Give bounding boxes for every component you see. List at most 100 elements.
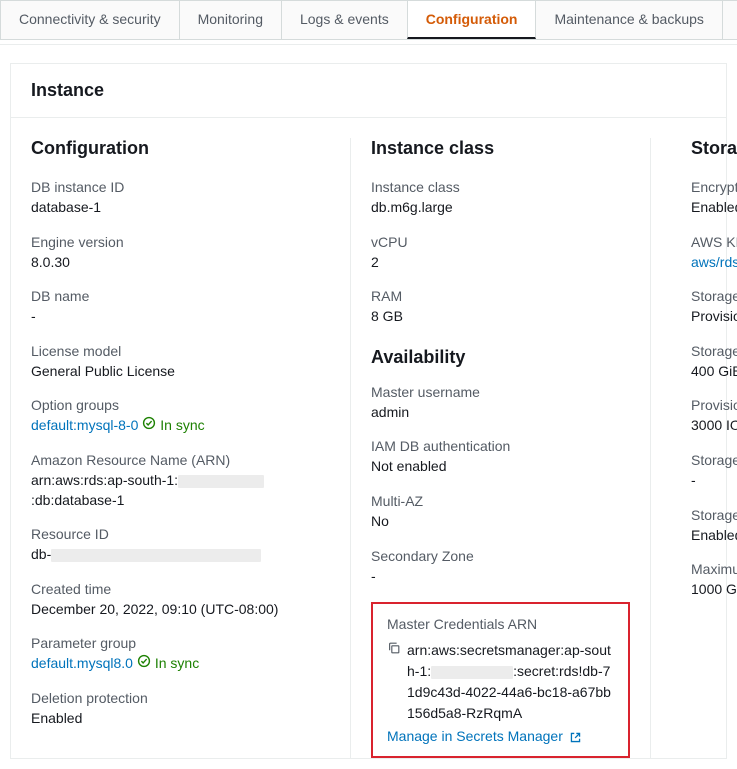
value-db-instance-id: database-1 — [31, 198, 330, 218]
tab-connectivity-security[interactable]: Connectivity & security — [0, 0, 180, 39]
status-text-option-group: In sync — [160, 416, 204, 436]
field-instance-class: Instance class db.m6g.large — [371, 179, 630, 218]
master-credentials-callout: Master Credentials ARN arn:aws:secretsma… — [371, 602, 630, 758]
field-engine-version: Engine version 8.0.30 — [31, 234, 330, 273]
arn-row: arn:aws:secretsmanager:ap-south-1::secre… — [387, 640, 614, 724]
copy-icon[interactable] — [387, 641, 401, 658]
value-provisioned-iops: 3000 IOPS — [691, 416, 737, 436]
value-db-name: - — [31, 307, 330, 327]
field-arn: Amazon Resource Name (ARN) arn:aws:rds:a… — [31, 452, 330, 510]
field-storage-throughput: Storage thr - — [691, 452, 737, 491]
resource-id-prefix: db- — [31, 546, 51, 562]
field-resource-id: Resource ID db- — [31, 526, 330, 565]
resource-id-redacted — [51, 549, 261, 562]
panel-title: Instance — [31, 80, 706, 101]
field-secondary-zone: Secondary Zone - — [371, 548, 630, 587]
value-deletion-protection: Enabled — [31, 709, 330, 729]
value-storage-throughput: - — [691, 471, 737, 491]
status-text-parameter-group: In sync — [155, 654, 199, 674]
tab-monitoring[interactable]: Monitoring — [179, 0, 282, 39]
label-db-instance-id: DB instance ID — [31, 179, 330, 195]
tab-underline — [0, 44, 737, 45]
arn-suffix: :db:database-1 — [31, 492, 124, 508]
label-license-model: License model — [31, 343, 330, 359]
arn-redacted-account — [178, 475, 264, 488]
col-storage: Storage Encryption Enabled AWS KMS k aws… — [651, 138, 737, 758]
link-manage-secrets-text: Manage in Secrets Manager — [387, 728, 563, 744]
field-parameter-group: Parameter group default.mysql8.0 In sync — [31, 635, 330, 674]
field-kms-key: AWS KMS k aws/rds — [691, 234, 737, 273]
heading-availability: Availability — [371, 347, 630, 368]
check-circle-icon — [142, 416, 156, 436]
link-manage-secrets[interactable]: Manage in Secrets Manager — [387, 728, 582, 744]
value-multi-az: No — [371, 512, 630, 532]
field-storage-autoscaling: Storage aut Enabled — [691, 507, 737, 546]
link-kms-text: aws/rds — [691, 254, 737, 270]
tab-tags-truncated[interactable]: Ta — [722, 0, 737, 39]
label-created-time: Created time — [31, 581, 330, 597]
label-master-username: Master username — [371, 384, 630, 400]
col-instance-class: Instance class Instance class db.m6g.lar… — [351, 138, 651, 758]
panel-header: Instance — [11, 64, 726, 118]
label-provisioned-iops: Provisioned — [691, 397, 737, 413]
value-vcpu: 2 — [371, 253, 630, 273]
field-encryption: Encryption Enabled — [691, 179, 737, 218]
heading-instance-class: Instance class — [371, 138, 630, 159]
field-provisioned-iops: Provisioned 3000 IOPS — [691, 397, 737, 436]
external-link-icon — [569, 731, 582, 744]
link-parameter-group[interactable]: default.mysql8.0 — [31, 655, 133, 671]
field-storage-type: Storage typ Provisioned — [691, 288, 737, 327]
label-ram: RAM — [371, 288, 630, 304]
value-secondary-zone: - — [371, 567, 630, 587]
label-storage-type: Storage typ — [691, 288, 737, 304]
value-license-model: General Public License — [31, 362, 330, 382]
link-kms-key[interactable]: aws/rds — [691, 254, 737, 270]
field-option-groups: Option groups default:mysql-8-0 In sync — [31, 397, 330, 436]
value-master-creds-arn: arn:aws:secretsmanager:ap-south-1::secre… — [407, 640, 614, 724]
link-option-group[interactable]: default:mysql-8-0 — [31, 417, 138, 433]
field-deletion-protection: Deletion protection Enabled — [31, 690, 330, 729]
label-multi-az: Multi-AZ — [371, 493, 630, 509]
field-ram: RAM 8 GB — [371, 288, 630, 327]
label-arn: Amazon Resource Name (ARN) — [31, 452, 330, 468]
field-storage: Storage 400 GiB — [691, 343, 737, 382]
field-created-time: Created time December 20, 2022, 09:10 (U… — [31, 581, 330, 620]
creds-arn-redacted — [431, 666, 513, 679]
label-deletion-protection: Deletion protection — [31, 690, 330, 706]
label-instance-class: Instance class — [371, 179, 630, 195]
instance-panel: Instance Configuration DB instance ID da… — [10, 63, 727, 759]
value-storage-type: Provisioned — [691, 307, 737, 327]
status-option-group: In sync — [142, 416, 204, 436]
label-storage-autoscaling: Storage aut — [691, 507, 737, 523]
value-arn: arn:aws:rds:ap-south-1::db:database-1 — [31, 471, 330, 510]
value-created-time: December 20, 2022, 09:10 (UTC-08:00) — [31, 600, 330, 620]
tab-maintenance-backups[interactable]: Maintenance & backups — [535, 0, 722, 39]
label-secondary-zone: Secondary Zone — [371, 548, 630, 564]
label-max-storage: Maximum s — [691, 561, 737, 577]
label-encryption: Encryption — [691, 179, 737, 195]
tab-logs-events[interactable]: Logs & events — [281, 0, 408, 39]
label-resource-id: Resource ID — [31, 526, 330, 542]
value-resource-id: db- — [31, 545, 330, 565]
value-storage: 400 GiB — [691, 362, 737, 382]
label-parameter-group: Parameter group — [31, 635, 330, 651]
value-kms-key: aws/rds — [691, 253, 737, 273]
value-iam-auth: Not enabled — [371, 457, 630, 477]
value-engine-version: 8.0.30 — [31, 253, 330, 273]
field-master-username: Master username admin — [371, 384, 630, 423]
value-instance-class: db.m6g.large — [371, 198, 630, 218]
label-option-groups: Option groups — [31, 397, 330, 413]
value-master-username: admin — [371, 403, 630, 423]
status-parameter-group: In sync — [137, 654, 199, 674]
tab-configuration[interactable]: Configuration — [407, 0, 537, 39]
field-vcpu: vCPU 2 — [371, 234, 630, 273]
tab-bar: Connectivity & security Monitoring Logs … — [0, 0, 737, 40]
field-db-instance-id: DB instance ID database-1 — [31, 179, 330, 218]
manage-secrets-row: Manage in Secrets Manager — [387, 728, 614, 744]
label-vcpu: vCPU — [371, 234, 630, 250]
check-circle-icon — [137, 654, 151, 674]
field-max-storage: Maximum s 1000 GiB — [691, 561, 737, 600]
columns: Configuration DB instance ID database-1 … — [11, 118, 726, 758]
label-storage-throughput: Storage thr — [691, 452, 737, 468]
col-configuration: Configuration DB instance ID database-1 … — [31, 138, 351, 758]
